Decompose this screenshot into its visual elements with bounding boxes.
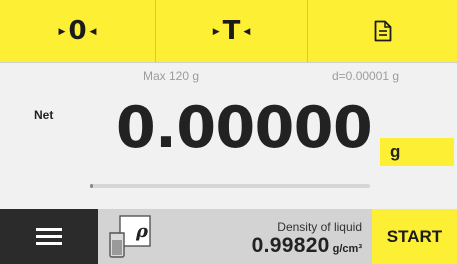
arrow-right-icon: ▶ (212, 25, 220, 36)
max-capacity-label: Max 120 g (143, 69, 200, 83)
tare-button[interactable]: ▶ T ◀ (155, 0, 307, 62)
top-toolbar: ▶ 0 ◀ ▶ T ◀ (0, 0, 457, 63)
arrow-left-icon: ◀ (89, 25, 97, 36)
zero-button[interactable]: ▶ 0 ◀ (0, 0, 155, 62)
density-value: 0.99820 (251, 234, 330, 257)
net-label: Net (34, 108, 54, 122)
hamburger-menu-icon (36, 235, 62, 238)
readability-label: d=0.00001 g (332, 69, 400, 83)
tare-button-label: T (222, 16, 241, 46)
application-value: 0.99820 g/cm³ (252, 234, 362, 258)
capacity-bar-fill (90, 184, 93, 188)
application-title: Density of liquid (277, 220, 362, 234)
density-icon: ρ (109, 215, 151, 258)
unit-button[interactable]: g (380, 138, 454, 166)
zero-button-label: 0 (68, 16, 87, 46)
protocol-button[interactable] (307, 0, 457, 62)
bottom-toolbar: ρ Density of liquid 0.99820 g/cm³ START (0, 209, 457, 264)
menu-button[interactable] (0, 209, 98, 264)
weight-reading: 0.00000 (116, 95, 373, 161)
start-button[interactable]: START (372, 209, 457, 264)
svg-text:ρ: ρ (135, 221, 149, 242)
capacity-bar (90, 184, 370, 188)
arrow-left-icon: ◀ (243, 25, 251, 36)
application-panel[interactable]: ρ Density of liquid 0.99820 g/cm³ (98, 209, 372, 264)
arrow-right-icon: ▶ (58, 25, 66, 36)
document-icon (374, 20, 391, 42)
density-unit: g/cm³ (332, 243, 362, 255)
